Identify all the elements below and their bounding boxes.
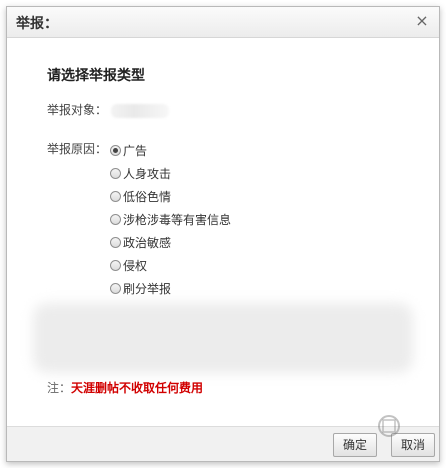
reason-option-label: 政治敏感 [123,236,172,250]
cancel-button[interactable]: 取消 [391,433,436,457]
reason-option-label: 刷分举报 [123,282,172,296]
reason-option-label: 涉枪涉毒等有害信息 [123,213,232,227]
fee-notice: 注：天涯删帖不收取任何费用 [47,379,203,396]
note-prefix: 注： [47,381,72,395]
reason-option-label: 广告 [123,144,148,158]
section-heading: 请选择举报类型 [47,68,145,84]
dialog-titlebar: 举报： × [7,7,439,38]
close-icon[interactable]: × [413,12,431,30]
reason-option-label: 侵权 [123,259,148,273]
reason-option-ad[interactable]: 广告 [110,139,231,162]
reason-option-label: 低俗色情 [123,190,172,204]
radio-checked-icon[interactable] [110,145,121,156]
reason-option-infringement[interactable]: 侵权 [110,254,231,277]
report-dialog: 举报： × 请选择举报类型 举报对象： 举报原因： 广告 人身攻击 低俗色情 涉… [6,6,440,462]
dialog-title: 举报： [16,16,58,32]
radio-icon[interactable] [110,168,121,179]
radio-icon[interactable] [110,191,121,202]
reason-options: 广告 人身攻击 低俗色情 涉枪涉毒等有害信息 政治敏感 侵权 刷分举报 [110,139,231,300]
note-text: 天涯删帖不收取任何费用 [71,381,204,395]
radio-icon[interactable] [110,237,121,248]
reason-option-personal-attack[interactable]: 人身攻击 [110,162,231,185]
report-target-row: 举报对象： [47,101,169,118]
dialog-footer: 确定 取消 [7,426,439,461]
reason-option-harmful[interactable]: 涉枪涉毒等有害信息 [110,208,231,231]
reason-option-score-boost[interactable]: 刷分举报 [110,277,231,300]
ok-button[interactable]: 确定 [333,433,378,457]
report-target-value [110,103,169,118]
reason-option-vulgar[interactable]: 低俗色情 [110,185,231,208]
report-target-label: 举报对象： [47,103,108,117]
report-reason-label: 举报原因： [47,142,108,156]
blurred-description-area [33,303,413,373]
radio-icon[interactable] [110,283,121,294]
reason-option-label: 人身攻击 [123,167,172,181]
radio-icon[interactable] [110,260,121,271]
reason-option-political[interactable]: 政治敏感 [110,231,231,254]
radio-icon[interactable] [110,214,121,225]
